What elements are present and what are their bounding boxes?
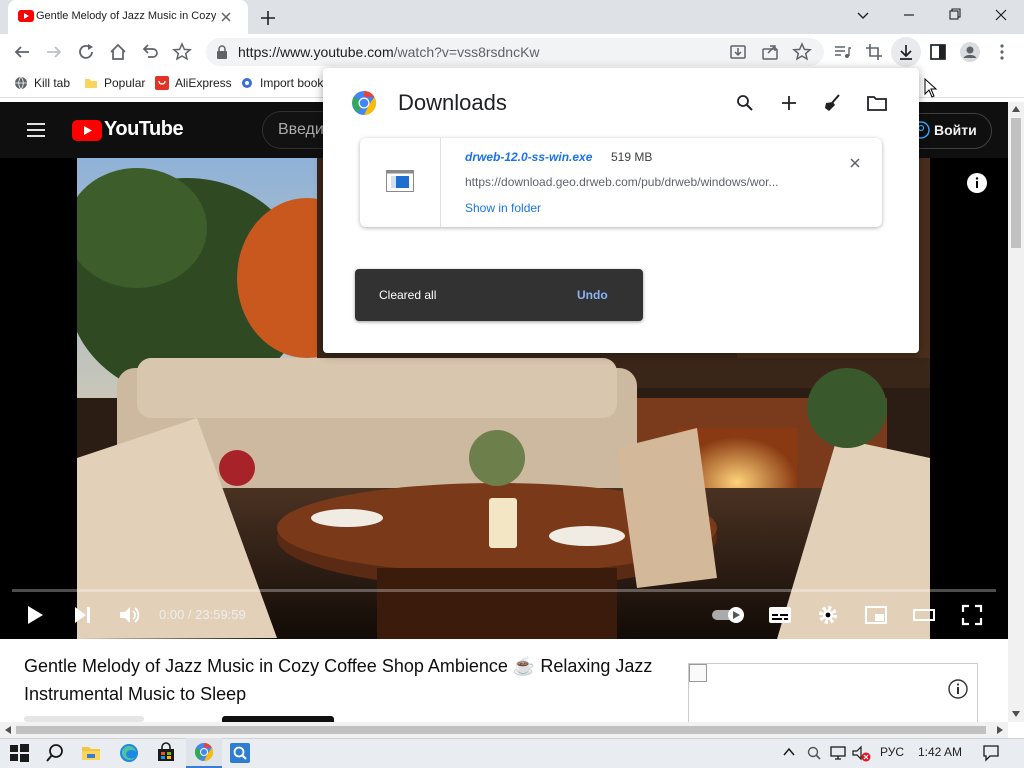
network-icon[interactable] xyxy=(830,745,846,761)
undo-icon[interactable] xyxy=(138,40,162,64)
install-app-icon[interactable] xyxy=(726,40,750,64)
youtube-logo-text[interactable]: YouTube xyxy=(104,118,184,141)
side-panel-icon[interactable] xyxy=(926,40,950,64)
bookmark-label: Kill tab xyxy=(34,76,71,90)
home-icon[interactable] xyxy=(106,40,130,64)
bookmark-aliexpress[interactable]: AliExpress xyxy=(155,76,232,90)
scroll-right-icon[interactable] xyxy=(996,725,1004,735)
add-icon[interactable] xyxy=(778,92,800,114)
tray-search-icon[interactable] xyxy=(806,745,822,761)
clock[interactable]: 1:42 AM xyxy=(918,745,962,759)
theater-mode-icon[interactable] xyxy=(912,603,936,627)
next-icon[interactable] xyxy=(70,603,94,627)
crop-icon[interactable] xyxy=(862,40,886,64)
tab-title: Gentle Melody of Jazz Music in Cozy Coff… xyxy=(36,10,216,22)
hamburger-menu-icon[interactable] xyxy=(26,120,46,140)
time-display: 0:00 / 23:59:59 xyxy=(159,607,246,622)
download-size: 519 MB xyxy=(611,150,653,164)
remove-download-close-icon[interactable] xyxy=(847,155,863,171)
profile-avatar-icon[interactable] xyxy=(958,40,982,64)
minimize-icon[interactable] xyxy=(897,5,921,25)
close-window-icon[interactable] xyxy=(989,5,1013,25)
video-info-icon[interactable] xyxy=(966,172,988,194)
bookmark-page-icon[interactable] xyxy=(790,40,814,64)
input-language[interactable]: РУС xyxy=(880,745,904,759)
aliexpress-icon xyxy=(155,76,169,90)
progress-bar[interactable] xyxy=(12,589,996,592)
edge-browser-icon[interactable] xyxy=(118,742,140,764)
chrome-taskbar-button[interactable] xyxy=(186,738,222,768)
start-windows-icon[interactable] xyxy=(8,742,30,764)
fullscreen-icon[interactable] xyxy=(960,603,984,627)
gear-icon xyxy=(242,78,252,88)
play-icon[interactable] xyxy=(22,603,46,627)
vertical-scroll-thumb[interactable] xyxy=(1011,118,1021,248)
undo-button[interactable]: Undo xyxy=(577,288,608,302)
chrome-logo-icon xyxy=(351,90,377,116)
tab-search-icon[interactable] xyxy=(851,5,875,25)
clear-all-broom-icon[interactable] xyxy=(821,92,843,114)
folder-icon xyxy=(85,79,97,88)
url-host: https://www.youtube.com xyxy=(238,44,394,60)
show-in-folder-link[interactable]: Show in folder xyxy=(465,201,541,215)
bookmark-kill-tab[interactable]: Kill tab xyxy=(14,76,70,90)
url-text[interactable]: https://www.youtube.com/watch?v=vss8rsdn… xyxy=(238,44,540,60)
tab-close-icon[interactable] xyxy=(218,9,234,25)
bookmark-import[interactable]: Import bookm xyxy=(240,76,333,90)
video-title: Gentle Melody of Jazz Music in Cozy Coff… xyxy=(24,656,653,704)
volume-icon[interactable] xyxy=(117,603,141,627)
notifications-icon[interactable] xyxy=(982,744,1000,762)
broken-image-icon xyxy=(689,664,707,682)
globe-icon xyxy=(15,76,27,90)
exe-file-icon xyxy=(386,170,414,192)
downloads-button[interactable] xyxy=(891,37,921,67)
downloads-title: Downloads xyxy=(398,90,507,115)
media-control-icon[interactable] xyxy=(830,40,854,64)
reload-icon[interactable] xyxy=(74,40,98,64)
forward-icon[interactable] xyxy=(42,40,66,64)
restore-icon[interactable] xyxy=(943,5,967,25)
horizontal-scroll-thumb[interactable] xyxy=(16,726,986,734)
share-icon[interactable] xyxy=(758,40,782,64)
ad-panel[interactable] xyxy=(688,663,978,723)
mouse-cursor-icon xyxy=(924,78,938,98)
bookmark-popular[interactable]: Popular xyxy=(84,76,145,90)
tray-chevron-up-icon[interactable] xyxy=(782,745,796,759)
url-path: /watch?v=vss8rsdncKw xyxy=(393,44,540,60)
settings-gear-icon[interactable] xyxy=(816,603,840,627)
miniplayer-icon[interactable] xyxy=(864,603,888,627)
scroll-down-icon[interactable] xyxy=(1011,710,1021,718)
autoplay-toggle[interactable] xyxy=(712,606,746,624)
youtube-logo-icon[interactable] xyxy=(72,120,102,141)
bookmark-label: Popular xyxy=(104,76,146,90)
download-card-divider xyxy=(440,138,441,227)
store-icon[interactable] xyxy=(155,742,177,764)
open-folder-icon[interactable] xyxy=(866,92,888,114)
bookmark-star-icon[interactable] xyxy=(170,40,194,64)
youtube-favicon-icon xyxy=(18,10,34,22)
download-url: https://download.geo.drweb.com/pub/drweb… xyxy=(465,175,779,189)
taskbar-search-icon[interactable] xyxy=(44,742,66,764)
subtitles-icon[interactable] xyxy=(768,603,792,627)
scroll-left-icon[interactable] xyxy=(4,725,12,735)
ad-info-icon[interactable] xyxy=(947,678,969,700)
file-explorer-icon[interactable] xyxy=(80,742,102,764)
chrome-menu-icon[interactable] xyxy=(990,40,1014,64)
search-icon[interactable] xyxy=(734,92,756,114)
signin-label: Войти xyxy=(934,122,977,138)
toast-message: Cleared all xyxy=(379,288,437,302)
new-tab-icon[interactable] xyxy=(258,8,278,28)
bookmark-label: AliExpress xyxy=(175,76,232,90)
back-icon[interactable] xyxy=(10,40,34,64)
app-search-icon[interactable] xyxy=(229,742,251,764)
volume-muted-icon[interactable] xyxy=(852,745,872,763)
lock-icon[interactable] xyxy=(214,44,230,60)
search-placeholder: Введи xyxy=(278,121,324,138)
download-filename[interactable]: drweb-12.0-ss-win.exe xyxy=(465,150,592,164)
scroll-up-icon[interactable] xyxy=(1011,105,1021,113)
